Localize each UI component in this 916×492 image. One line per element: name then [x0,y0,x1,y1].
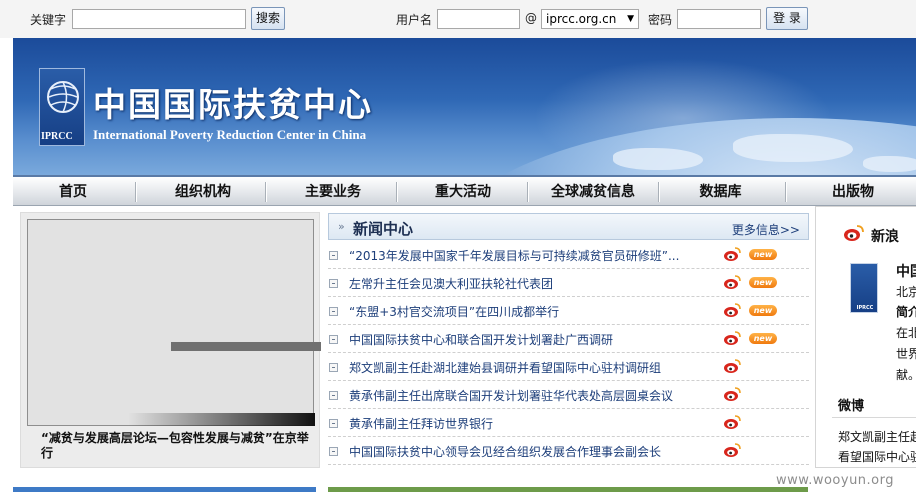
weibo-profile-intro-label: 简介 [896,305,916,319]
login-bar: 关键字 搜索 用户名 @ iprcc.org.cn ▼ 密码 登 录 [0,0,916,38]
keyword-label: 关键字 [30,13,67,27]
news-more-link[interactable]: 更多信息>> [732,221,800,238]
main-nav: 首页 组织机构 主要业务 重大活动 全球减贫信息 数据库 出版物 [13,175,916,206]
weibo-post-line[interactable]: 看望国际中心驻 [838,448,916,465]
weibo-share-icon[interactable] [723,414,741,430]
username-input[interactable] [437,9,520,29]
list-bullet-icon [329,419,338,428]
news-item-link[interactable]: 左常升主任会见澳大利亚扶轮社代表团 [349,275,701,292]
sina-weibo-icon[interactable] [843,224,865,242]
new-badge: new [749,277,777,288]
news-item[interactable]: “东盟+3村官交流项目”在四川成都举行 new [328,297,809,325]
weibo-panel: 新浪 IPRCC 中国 北京 简介 在北 世界 献。 微博 郑文凯副主任赴 看望… [815,206,916,471]
nav-item-main-business[interactable]: 主要业务 [283,181,383,203]
weibo-share-icon[interactable] [723,302,741,318]
domain-selected-value: iprcc.org.cn [546,12,617,26]
list-bullet-icon [329,307,338,316]
password-label: 密码 [648,13,673,27]
at-sign: @ [525,11,537,25]
news-center: » 新闻中心 更多信息>> “2013年发展中国家千年发展目标与可持续减贫官员研… [328,213,809,469]
weibo-title: 新浪 [871,229,899,245]
news-item[interactable]: 中国国际扶贫中心领导会见经合组织发展合作理事会副会长 [328,437,809,465]
featured-photo-caption[interactable]: “减贫与发展高层论坛—包容性发展与减贫”在京举行 [41,431,311,461]
weibo-share-icon[interactable] [723,386,741,402]
list-bullet-icon [329,447,338,456]
globe-logo-icon [47,81,79,113]
watermark: www.wooyun.org [776,473,895,488]
featured-photo-panel: “减贫与发展高层论坛—包容性发展与减贫”在京举行 [20,212,321,468]
weibo-profile-intro-line: 世界 [896,347,916,361]
password-input[interactable] [677,9,761,29]
weibo-post-line[interactable]: 郑文凯副主任赴 [838,428,916,445]
weibo-share-icon[interactable] [723,442,741,458]
weibo-profile-intro-line: 献。 [896,368,916,382]
nav-item-major-events[interactable]: 重大活动 [413,181,513,203]
weibo-share-icon[interactable] [723,274,741,290]
weibo-profile-location: 北京 [896,285,916,299]
news-item-link[interactable]: “东盟+3村官交流项目”在四川成都举行 [349,303,701,320]
new-badge: new [749,333,777,344]
news-item-link[interactable]: “2013年发展中国家千年发展目标与可持续减贫官员研修班”... [349,247,701,264]
news-item-link[interactable]: 中国国际扶贫中心领导会见经合组织发展合作理事会副会长 [349,443,701,460]
list-bullet-icon [329,391,338,400]
dropdown-arrow-icon: ▼ [627,14,634,24]
bottom-panel-header-middle [328,487,808,492]
news-item[interactable]: 左常升主任会见澳大利亚扶轮社代表团 new [328,269,809,297]
news-item[interactable]: 黄承伟副主任出席联合国开发计划署驻华代表处高层圆桌会议 [328,381,809,409]
weibo-profile-intro-line: 在北 [896,326,916,340]
news-center-title: 新闻中心 [353,220,414,238]
list-bullet-icon [329,279,338,288]
weibo-profile-logo[interactable]: IPRCC [850,263,878,313]
new-badge: new [749,249,777,260]
keyword-search-input[interactable] [72,9,246,29]
news-item[interactable]: 中国国际扶贫中心和联合国开发计划署赴广西调研 new [328,325,809,353]
nav-item-home[interactable]: 首页 [28,181,118,203]
list-bullet-icon [329,335,338,344]
username-label: 用户名 [396,13,433,27]
news-item[interactable]: “2013年发展中国家千年发展目标与可持续减贫官员研修班”... new [328,241,809,269]
login-button[interactable]: 登 录 [766,7,808,30]
logo-abbreviation: IPRCC [41,131,73,142]
news-item-link[interactable]: 黄承伟副主任出席联合国开发计划署驻华代表处高层圆桌会议 [349,387,701,404]
news-center-header: » 新闻中心 更多信息>> [328,213,809,240]
weibo-share-icon[interactable] [723,246,741,262]
site-title: 中国国际扶贫中心 [93,85,373,124]
weibo-profile-abbr: IPRCC [856,305,874,311]
nav-item-publications[interactable]: 出版物 [803,181,903,203]
search-button[interactable]: 搜索 [251,7,285,30]
domain-select[interactable]: iprcc.org.cn ▼ [541,9,639,29]
nav-item-organization[interactable]: 组织机构 [153,181,253,203]
list-bullet-icon [329,251,338,260]
page: 关键字 搜索 用户名 @ iprcc.org.cn ▼ 密码 登 录 IPRCC… [0,0,916,492]
site-banner: IPRCC 中国国际扶贫中心 International Poverty Red… [13,38,916,175]
nav-item-database[interactable]: 数据库 [673,181,768,203]
section-arrow-icon: » [338,220,345,233]
site-subtitle: International Poverty Reduction Center i… [93,127,367,142]
news-item[interactable]: 郑文凯副主任赴湖北建始县调研并看望国际中心驻村调研组 [328,353,809,381]
weibo-share-icon[interactable] [723,358,741,374]
new-badge: new [749,305,777,316]
bottom-panel-header-left [13,487,316,492]
news-item[interactable]: 黄承伟副主任拜访世界银行 [328,409,809,437]
news-item-link[interactable]: 中国国际扶贫中心和联合国开发计划署赴广西调研 [349,331,701,348]
list-bullet-icon [329,363,338,372]
news-item-link[interactable]: 黄承伟副主任拜访世界银行 [349,415,701,432]
weibo-section-label: 微博 [838,399,865,414]
weibo-share-icon[interactable] [723,330,741,346]
nav-item-global-poverty-info[interactable]: 全球减贫信息 [538,181,648,203]
news-item-link[interactable]: 郑文凯副主任赴湖北建始县调研并看望国际中心驻村调研组 [349,359,701,376]
featured-photo[interactable] [27,219,321,426]
weibo-profile-name[interactable]: 中国 [896,261,916,281]
